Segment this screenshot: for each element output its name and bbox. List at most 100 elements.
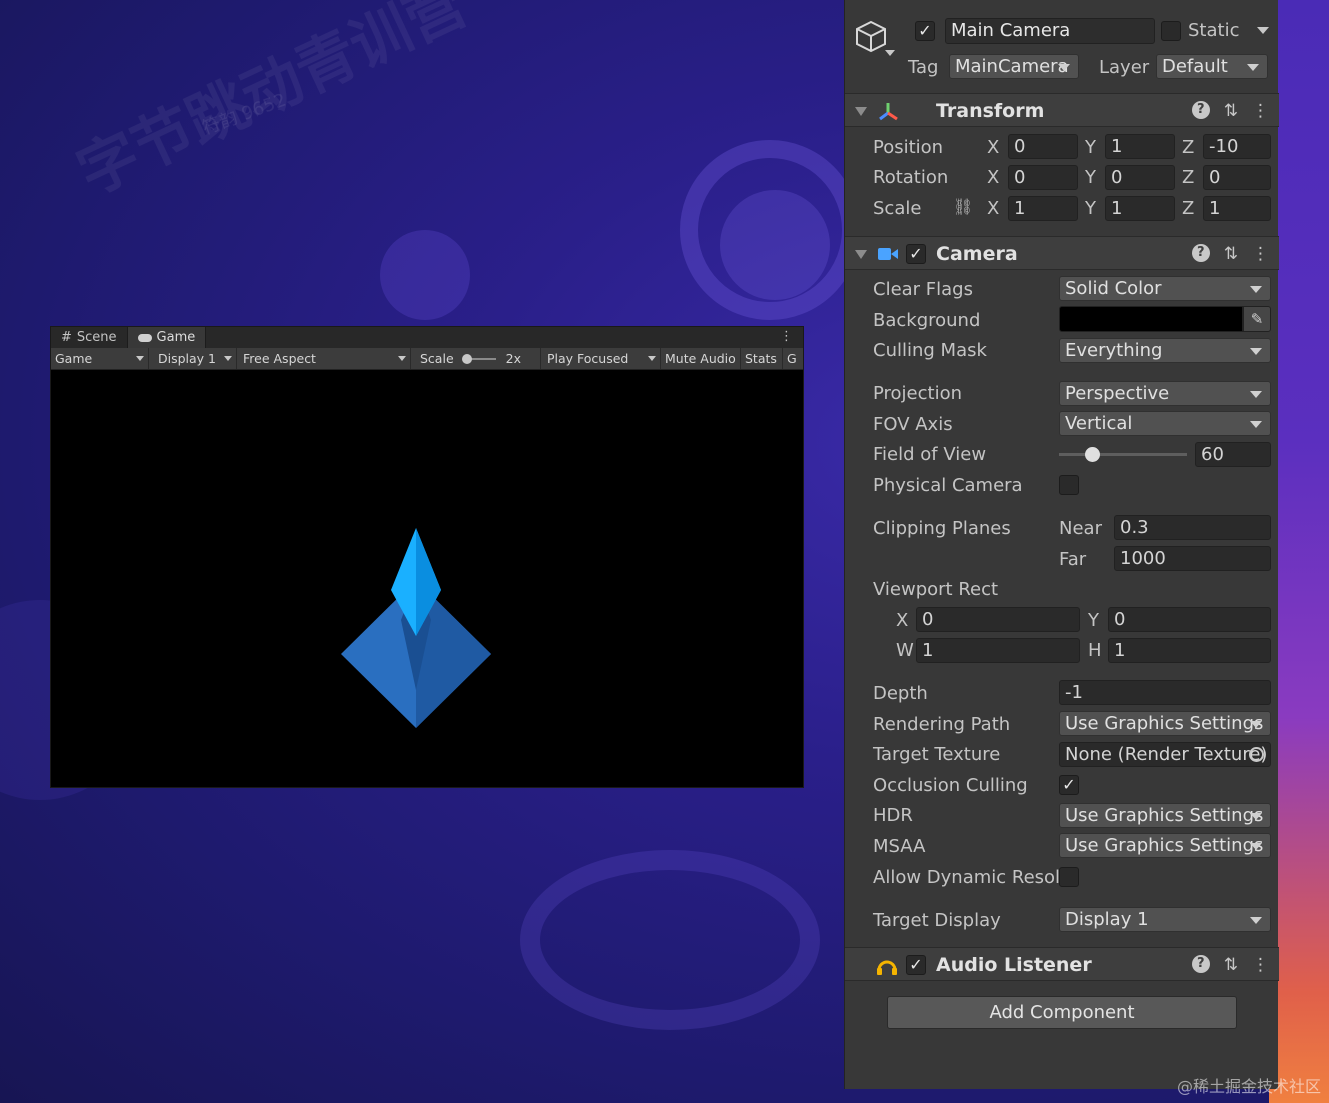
tag-value: MainCamera	[955, 56, 1069, 77]
rendering-path-dropdown[interactable]: Use Graphics Settings	[1059, 711, 1271, 736]
audio-listener-enabled-checkbox[interactable]: ✓	[906, 955, 926, 975]
fov-value-field[interactable]: 60	[1195, 442, 1271, 467]
viewport-y-field[interactable]: 0	[1108, 607, 1271, 632]
occlusion-culling-checkbox[interactable]: ✓	[1059, 775, 1079, 795]
viewport-x-field[interactable]: 0	[916, 607, 1080, 632]
play-mode-dropdown[interactable]: Play Focused	[541, 348, 661, 369]
display-dropdown[interactable]: Display 1	[149, 348, 237, 369]
scale-label: Scale	[873, 198, 922, 219]
position-x-field[interactable]: 0	[1008, 134, 1078, 159]
foldout-arrow-icon[interactable]	[855, 107, 867, 116]
rotation-y-field[interactable]: 0	[1105, 165, 1175, 190]
fov-slider-thumb[interactable]	[1085, 447, 1101, 462]
background-gradient-edge	[1269, 0, 1329, 1103]
transform-header[interactable]: Transform ? ⇅ ⋮	[845, 93, 1279, 127]
game-viewport[interactable]	[51, 370, 803, 787]
dropdown-value: Perspective	[1065, 383, 1170, 404]
check-mark-icon: ✓	[909, 955, 923, 974]
rotation-x-field[interactable]: 0	[1008, 165, 1078, 190]
axis-z-label: Z	[1182, 137, 1195, 158]
foldout-arrow-icon[interactable]	[855, 250, 867, 259]
camera-header[interactable]: ✓ Camera ? ⇅ ⋮	[845, 236, 1279, 270]
position-y-field[interactable]: 1	[1105, 134, 1175, 159]
physical-camera-checkbox[interactable]	[1059, 475, 1079, 495]
near-field[interactable]: 0.3	[1114, 515, 1271, 540]
preset-sliders-icon[interactable]: ⇅	[1224, 101, 1238, 121]
scene-render	[341, 528, 491, 728]
static-checkbox[interactable]	[1161, 21, 1181, 41]
help-icon[interactable]: ?	[1191, 101, 1210, 119]
stats-toggle[interactable]: Stats	[741, 348, 783, 369]
gizmos-toggle[interactable]: G	[783, 348, 803, 369]
fov-label: Field of View	[873, 444, 987, 465]
help-icon[interactable]: ?	[1191, 244, 1210, 262]
kebab-menu-icon[interactable]: ⋮	[1252, 101, 1269, 121]
aspect-label: Free Aspect	[243, 351, 316, 366]
static-dropdown-arrow-icon[interactable]	[1257, 27, 1269, 34]
kebab-menu-icon[interactable]: ⋮	[1252, 244, 1269, 264]
field-value: 1000	[1120, 548, 1166, 569]
field-value: 1	[922, 640, 934, 661]
scale-label: Scale	[420, 351, 454, 366]
viewport-h-label: H	[1088, 640, 1102, 661]
clear-flags-dropdown[interactable]: Solid Color	[1059, 276, 1271, 301]
preset-sliders-icon[interactable]: ⇅	[1224, 244, 1238, 264]
axis-z-label: Z	[1182, 167, 1195, 188]
dropdown-value: Solid Color	[1065, 278, 1162, 299]
link-constraint-icon[interactable]: ⛓	[953, 197, 973, 216]
audio-listener-header[interactable]: ✓ Audio Listener ? ⇅ ⋮	[845, 947, 1279, 981]
far-field[interactable]: 1000	[1114, 546, 1271, 571]
help-icon[interactable]: ?	[1191, 955, 1210, 973]
culling-mask-label: Culling Mask	[873, 340, 987, 361]
fov-axis-dropdown[interactable]: Vertical	[1059, 411, 1271, 436]
tag-dropdown[interactable]: MainCamera	[949, 54, 1079, 79]
dynamic-resolution-checkbox[interactable]	[1059, 867, 1079, 887]
tab-game[interactable]: Game	[127, 327, 207, 348]
view-mode-dropdown[interactable]: Game	[51, 348, 149, 369]
scale-slider-group[interactable]: Scale 2x	[411, 348, 541, 369]
hdr-dropdown[interactable]: Use Graphics Settings	[1059, 803, 1271, 828]
scale-z-field[interactable]: 1	[1203, 196, 1271, 221]
scale-slider[interactable]	[461, 353, 496, 364]
dynamic-resolution-label: Allow Dynamic Resol	[873, 867, 1061, 888]
fov-slider-track[interactable]	[1059, 447, 1187, 462]
add-component-button[interactable]: Add Component	[887, 996, 1237, 1029]
culling-mask-dropdown[interactable]: Everything	[1059, 338, 1271, 363]
viewport-x-label: X	[896, 610, 909, 631]
aspect-dropdown[interactable]: Free Aspect	[237, 348, 411, 369]
tab-scene[interactable]: # Scene	[51, 327, 128, 348]
object-name-field[interactable]: Main Camera	[945, 18, 1155, 44]
chevron-down-icon	[1250, 421, 1262, 428]
object-picker-icon[interactable]	[1249, 747, 1264, 762]
rotation-z-field[interactable]: 0	[1203, 165, 1271, 190]
projection-dropdown[interactable]: Perspective	[1059, 381, 1271, 406]
layer-dropdown[interactable]: Default	[1156, 54, 1268, 79]
viewport-rect-label: Viewport Rect	[873, 579, 999, 600]
camera-title: Camera	[936, 243, 1018, 265]
target-display-label: Target Display	[873, 910, 1001, 931]
mute-audio-toggle[interactable]: Mute Audio	[661, 348, 741, 369]
target-display-dropdown[interactable]: Display 1	[1059, 907, 1271, 932]
target-texture-field[interactable]: None (Render Texture)	[1059, 742, 1271, 767]
depth-field[interactable]: -1	[1059, 680, 1271, 705]
component-header-icons: ? ⇅ ⋮	[1191, 244, 1269, 264]
position-z-field[interactable]: -10	[1203, 134, 1271, 159]
chevron-down-icon	[1250, 391, 1262, 398]
chevron-down-icon[interactable]	[885, 50, 895, 56]
field-value: 0	[1014, 167, 1026, 188]
scale-y-field[interactable]: 1	[1105, 196, 1175, 221]
headphones-icon	[877, 960, 897, 975]
camera-enabled-checkbox[interactable]: ✓	[906, 244, 926, 264]
kebab-menu-icon[interactable]: ⋮	[780, 329, 793, 344]
viewport-w-field[interactable]: 1	[916, 638, 1080, 663]
viewport-h-field[interactable]: 1	[1108, 638, 1271, 663]
active-checkbox[interactable]: ✓	[915, 21, 935, 41]
scale-x-field[interactable]: 1	[1008, 196, 1078, 221]
field-value: 0	[1209, 167, 1221, 188]
background-color-field[interactable]	[1059, 306, 1243, 332]
preset-sliders-icon[interactable]: ⇅	[1224, 955, 1238, 975]
kebab-menu-icon[interactable]: ⋮	[1252, 955, 1269, 975]
eyedropper-icon[interactable]: ✎	[1243, 306, 1271, 332]
chevron-down-icon	[398, 355, 406, 361]
msaa-dropdown[interactable]: Use Graphics Settings	[1059, 833, 1271, 858]
